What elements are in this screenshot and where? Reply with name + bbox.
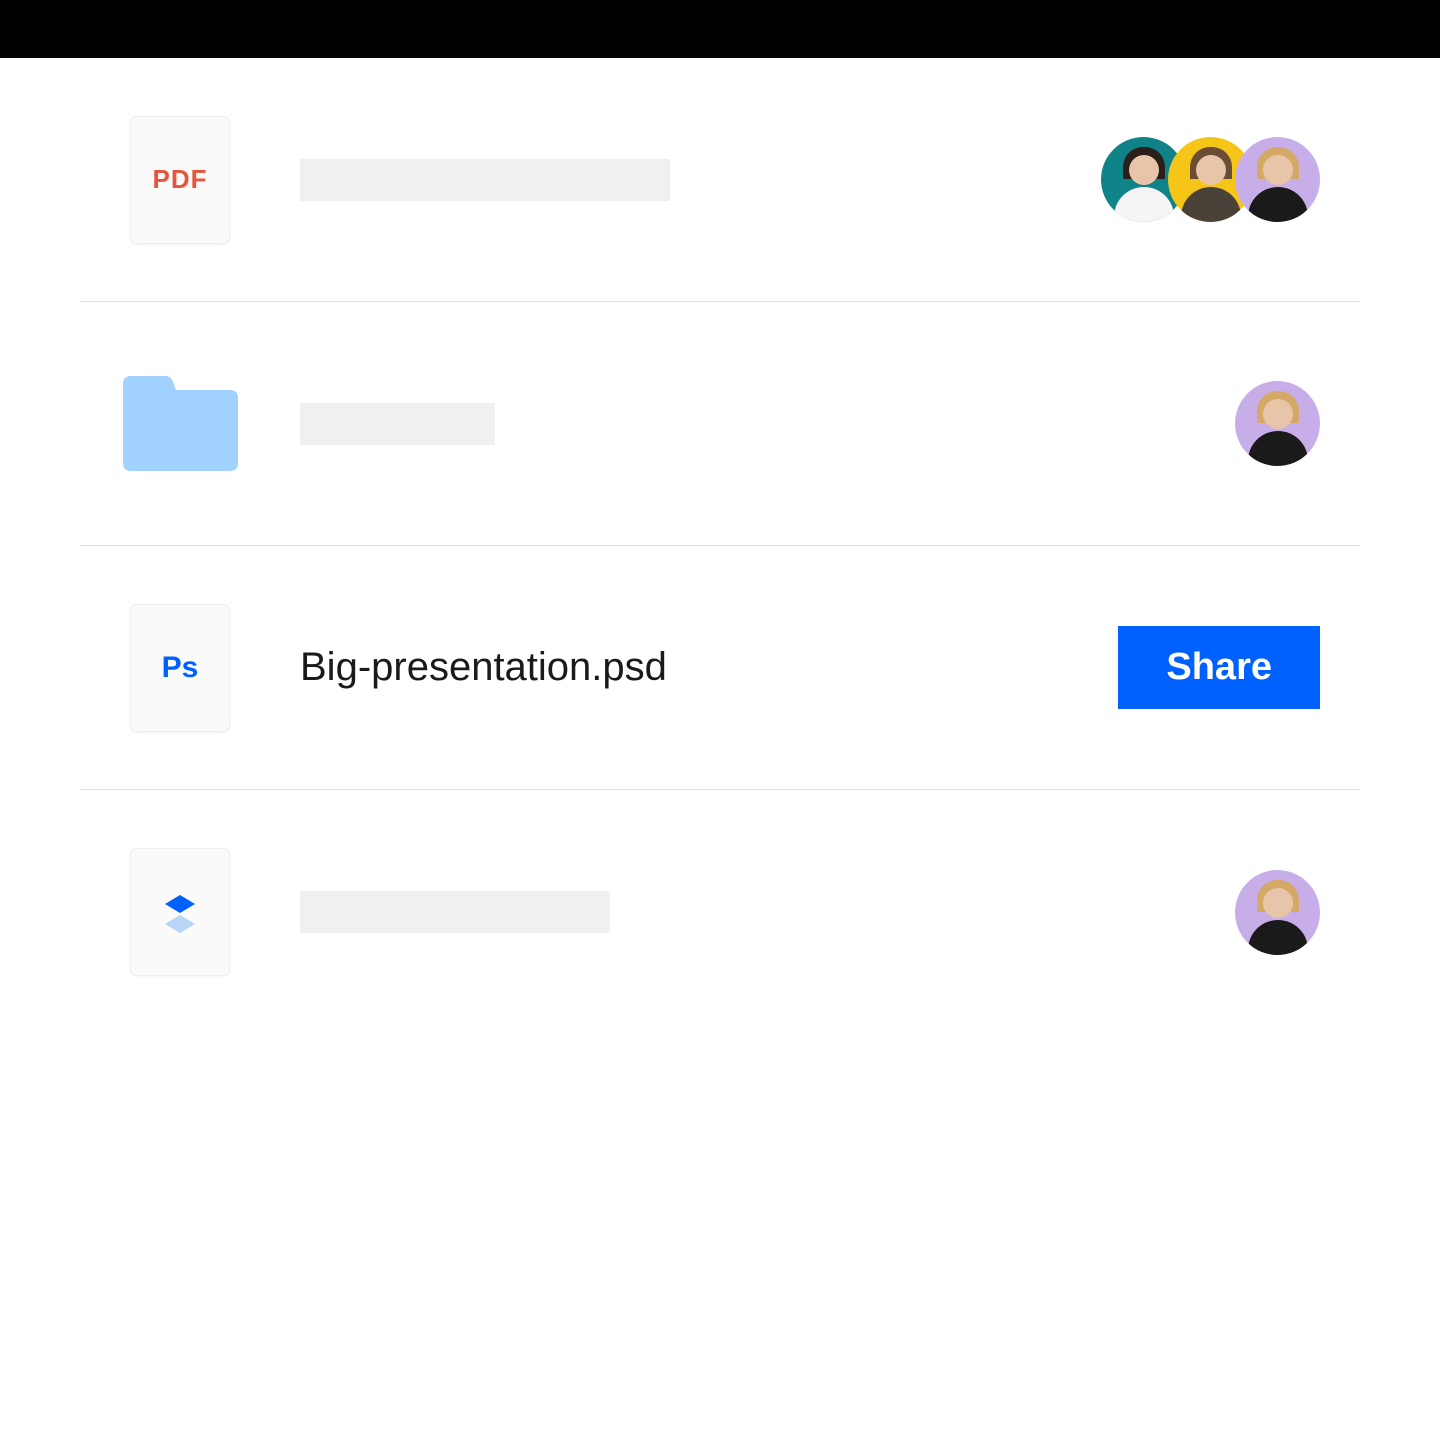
pdf-file-icon: PDF bbox=[130, 116, 230, 244]
filename-placeholder bbox=[300, 403, 495, 445]
avatar-stack[interactable] bbox=[1235, 870, 1320, 955]
avatar-stack[interactable] bbox=[1101, 137, 1320, 222]
dropbox-file-icon bbox=[130, 848, 230, 976]
folder-row[interactable] bbox=[80, 302, 1360, 546]
file-icon-wrapper bbox=[120, 848, 240, 976]
avatar[interactable] bbox=[1235, 137, 1320, 222]
file-row[interactable]: Ps Big-presentation.psd Share bbox=[80, 546, 1360, 790]
collaborators-column bbox=[1020, 381, 1320, 466]
avatar[interactable] bbox=[1235, 870, 1320, 955]
file-name-column bbox=[280, 159, 1020, 201]
file-row[interactable]: PDF bbox=[80, 58, 1360, 302]
filename-placeholder bbox=[300, 159, 670, 201]
filename-placeholder bbox=[300, 891, 610, 933]
avatar[interactable] bbox=[1235, 381, 1320, 466]
file-row[interactable] bbox=[80, 790, 1360, 1034]
file-name-column bbox=[280, 891, 1020, 933]
file-name-column bbox=[280, 403, 1020, 445]
psd-file-icon: Ps bbox=[130, 604, 230, 732]
file-icon-wrapper: PDF bbox=[120, 116, 240, 244]
action-column: Share bbox=[1020, 626, 1320, 709]
folder-icon-wrapper bbox=[120, 376, 240, 471]
dropbox-icon bbox=[157, 889, 203, 935]
avatar-stack[interactable] bbox=[1235, 381, 1320, 466]
collaborators-column bbox=[1020, 137, 1320, 222]
file-type-label: Ps bbox=[162, 651, 199, 685]
collaborators-column bbox=[1020, 870, 1320, 955]
top-black-bar bbox=[0, 0, 1440, 58]
folder-icon bbox=[123, 376, 238, 471]
file-name-column: Big-presentation.psd bbox=[280, 645, 1020, 690]
file-list: PDF bbox=[0, 58, 1440, 1034]
filename-text: Big-presentation.psd bbox=[300, 645, 667, 690]
file-icon-wrapper: Ps bbox=[120, 604, 240, 732]
share-button[interactable]: Share bbox=[1118, 626, 1320, 709]
file-type-label: PDF bbox=[153, 164, 208, 195]
